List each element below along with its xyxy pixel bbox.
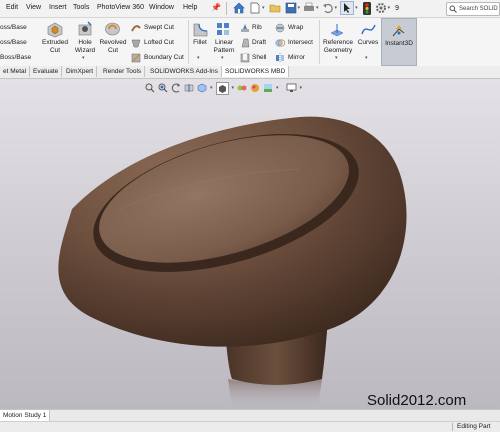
undo-icon[interactable] [322,2,334,14]
shell-label[interactable]: Shell [252,54,266,62]
menu-insert[interactable]: Insert [49,4,67,11]
chevron-down-icon[interactable]: ▾ [388,5,391,11]
status-bar: Editing Part [0,421,500,432]
menu-view[interactable]: View [26,4,41,11]
watermark-text: Solid2012.com [367,392,467,409]
boss-base-item-3[interactable]: Boss/Base [0,54,31,62]
rib-icon[interactable] [240,23,250,33]
menu-bar: Edit View Insert Tools PhotoView 360 Win… [0,0,500,18]
wrap-icon[interactable] [275,23,285,33]
tab-dimxpert[interactable]: DimXpert [63,66,98,77]
pin-icon[interactable]: 📌 [211,3,221,12]
linear-pattern-label-2[interactable]: Pattern [210,47,238,55]
select-arrow-icon[interactable] [340,1,355,15]
options-gear-icon[interactable] [375,2,387,14]
lofted-cut-icon[interactable] [131,38,141,48]
revolved-cut-label-1[interactable]: Revolved [97,39,129,47]
tab-evaluate[interactable]: Evaluate [30,66,63,77]
draft-icon[interactable] [240,38,250,48]
intersect-label[interactable]: Intersect [288,39,313,47]
hole-wizard-label-1[interactable]: Hole [70,39,100,47]
curves-icon[interactable] [361,22,376,37]
menu-window[interactable]: Window [149,4,174,11]
fillet-label[interactable]: Fillet [188,39,212,47]
search-input[interactable]: Search SOLID [446,2,500,16]
menu-edit[interactable]: Edit [6,4,18,11]
chevron-down-icon[interactable]: ▾ [335,5,338,11]
chevron-down-icon[interactable]: ▾ [335,55,338,61]
mirror-icon[interactable] [275,53,285,63]
menu-help[interactable]: Help [183,4,197,11]
boundary-cut-icon[interactable] [131,53,141,63]
print-icon[interactable] [303,2,315,14]
chevron-down-icon[interactable]: ▾ [298,5,301,11]
status-text: Editing Part [457,423,491,430]
fillet-icon[interactable] [193,22,208,37]
status-divider [452,423,453,431]
extruded-cut-label-1[interactable]: Extruded [40,39,70,47]
menu-photoview[interactable]: PhotoView 360 [97,4,144,11]
zoom-value: 9 [395,4,399,12]
revolved-cut-label-2[interactable]: Cut [97,47,129,55]
hole-wizard-icon[interactable] [77,21,93,37]
boundary-cut-label[interactable]: Boundary Cut [144,54,184,62]
chevron-down-icon[interactable]: ▾ [355,5,358,11]
menu-tools[interactable]: Tools [73,4,89,11]
instant3d-icon [392,25,405,37]
tab-render-tools[interactable]: Render Tools [100,66,146,77]
save-icon[interactable] [285,2,297,14]
open-folder-icon[interactable] [269,2,281,14]
revolved-cut-icon[interactable] [104,21,121,37]
curves-label[interactable]: Curves [356,39,380,47]
command-manager-tabs: et Metal Evaluate DimXpert Render Tools … [0,66,500,79]
search-icon [449,5,457,13]
reference-geometry-icon[interactable] [329,22,345,38]
chevron-down-icon[interactable]: ▾ [316,5,319,11]
swept-cut-icon[interactable] [131,23,141,33]
boss-base-item-2[interactable]: oss/Base [0,39,27,47]
hole-wizard-label-2[interactable]: Wizard [70,47,100,55]
new-doc-icon[interactable] [249,2,261,14]
extruded-cut-label-2[interactable]: Cut [40,47,70,55]
chevron-down-icon[interactable]: ▾ [197,55,200,61]
quick-access-toolbar: ▾ ▾ ▾ ▾ ▾ ▾ 9 [226,1,399,15]
ribbon-divider [319,20,320,64]
wrap-label[interactable]: Wrap [288,24,303,32]
command-manager-ribbon: oss/Base oss/Base Boss/Base Extruded Cut… [0,18,500,67]
linear-pattern-icon[interactable] [216,22,231,37]
instant3d-button[interactable]: Instant3D [381,18,417,66]
lofted-cut-label[interactable]: Lofted Cut [144,39,174,47]
intersect-icon[interactable] [275,38,285,48]
model-3d-render[interactable] [0,79,500,409]
home-icon[interactable] [233,2,245,14]
chevron-down-icon[interactable]: ▾ [262,5,265,11]
swept-cut-label[interactable]: Swept Cut [144,24,174,32]
graphics-area[interactable]: ▾ ▾ ▾ ▾ Solid2012.com [0,79,500,409]
extruded-cut-icon[interactable] [46,21,64,38]
shell-icon[interactable] [240,53,250,63]
draft-label[interactable]: Draft [252,39,266,47]
chevron-down-icon[interactable]: ▾ [82,55,85,61]
toolbar-divider [226,1,227,15]
mirror-label[interactable]: Mirror [288,54,305,62]
tab-solidworks-addins[interactable]: SOLIDWORKS Add-Ins [147,66,222,77]
tab-motion-study-1[interactable]: Motion Study 1 [0,410,51,421]
search-placeholder: Search SOLID [459,6,498,12]
instant3d-label: Instant3D [385,40,413,47]
linear-pattern-label-1[interactable]: Linear [210,39,238,47]
reference-geometry-label-1[interactable]: Reference [321,39,355,47]
boss-base-item-1[interactable]: oss/Base [0,24,27,32]
traffic-light-icon[interactable] [362,1,371,15]
chevron-down-icon[interactable]: ▾ [365,55,368,61]
rib-label[interactable]: Rib [252,24,262,32]
chevron-down-icon[interactable]: ▾ [221,55,224,61]
reference-geometry-label-2[interactable]: Geometry [321,47,355,55]
tab-solidworks-mbd[interactable]: SOLIDWORKS MBD [222,66,290,77]
tab-sheet-metal[interactable]: et Metal [0,66,31,77]
